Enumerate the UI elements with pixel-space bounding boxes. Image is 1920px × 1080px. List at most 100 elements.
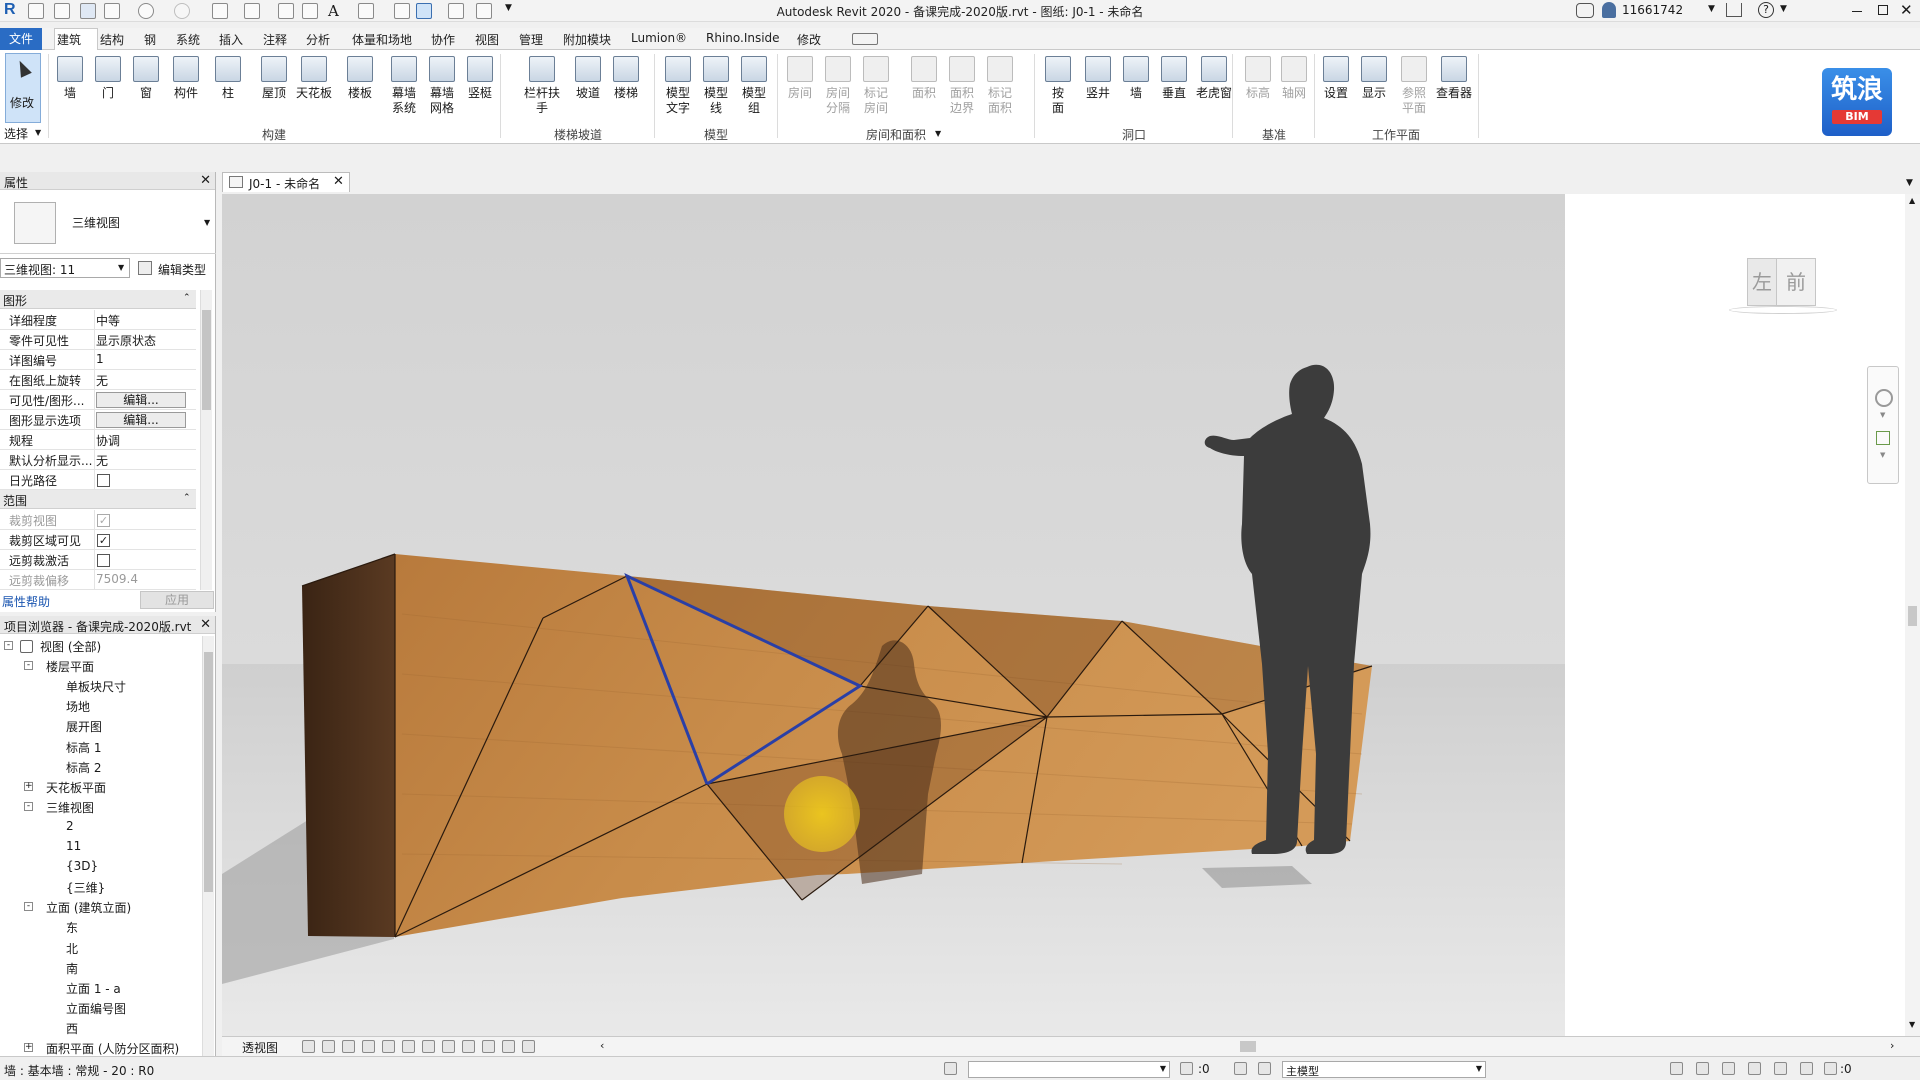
ribbon-button-vertical[interactable]: 垂直 xyxy=(1156,54,1192,134)
type-selector[interactable]: 三维视图 ▼ xyxy=(0,192,216,254)
ribbon-button-model-line[interactable]: 模型 线 xyxy=(698,54,734,134)
highlight-displacement-icon[interactable] xyxy=(502,1040,515,1053)
ribbon-button-tag-area[interactable]: 标记 面积 xyxy=(982,54,1018,134)
tab-manage[interactable]: 管理 xyxy=(519,31,543,48)
tab-file[interactable]: 文件 xyxy=(0,28,42,50)
tab-view[interactable]: 视图 xyxy=(475,31,499,48)
horizontal-scroll-thumb[interactable] xyxy=(1240,1041,1256,1052)
steering-wheel-icon[interactable] xyxy=(1875,389,1893,407)
ribbon-button-level[interactable]: 标高 xyxy=(1240,54,1276,134)
render-icon[interactable] xyxy=(362,1040,375,1053)
ribbon-button-roof[interactable]: 屋顶 xyxy=(256,54,292,134)
tree-node[interactable]: 立面编号图 xyxy=(66,1000,126,1017)
ribbon-button-show[interactable]: 显示 xyxy=(1356,54,1392,134)
property-value[interactable]: 7509.4 xyxy=(96,572,138,586)
ribbon-button-model-group[interactable]: 模型 组 xyxy=(736,54,772,134)
apply-button[interactable]: 应用 xyxy=(140,591,214,609)
tree-node[interactable]: 面积平面 (人防分区面积) xyxy=(46,1040,179,1057)
shadows-icon[interactable] xyxy=(342,1040,355,1053)
tab-modify[interactable]: 修改 xyxy=(797,31,821,48)
scroll-left-icon[interactable]: ‹ xyxy=(600,1039,604,1052)
scroll-thumb[interactable] xyxy=(1908,606,1917,626)
tab-list-dropdown-icon[interactable]: ▼ xyxy=(1906,178,1913,188)
scroll-right-icon[interactable]: › xyxy=(1890,1039,1894,1052)
ribbon-button-room[interactable]: 房间 xyxy=(782,54,818,134)
tab-annotate[interactable]: 注释 xyxy=(263,31,287,48)
tab-collaborate[interactable]: 协作 xyxy=(431,31,455,48)
viewcube-front-face[interactable]: 前 xyxy=(1776,258,1816,306)
collapse-icon[interactable]: ⌃ xyxy=(183,293,191,303)
tree-node[interactable]: {三维} xyxy=(66,879,105,896)
crop-view-icon[interactable] xyxy=(382,1040,395,1053)
edit-button[interactable]: 编辑... xyxy=(96,392,186,408)
property-row[interactable]: 详细程度 中等 xyxy=(0,310,196,330)
tree-node[interactable]: 2 xyxy=(66,819,74,833)
browser-scrollbar[interactable] xyxy=(202,636,214,1056)
tree-node[interactable]: 单板块尺寸 xyxy=(66,678,126,695)
exclude-options-icon[interactable] xyxy=(1258,1062,1271,1075)
property-checkbox[interactable]: ✓ xyxy=(97,534,110,547)
viewcube[interactable]: 左 前 xyxy=(1729,258,1837,316)
properties-scrollbar[interactable] xyxy=(200,290,212,590)
help-icon[interactable]: ? xyxy=(1758,2,1774,18)
ribbon-button-mullion[interactable]: 竖梃 xyxy=(462,54,498,134)
property-row[interactable]: 可见性/图形... 编辑... xyxy=(0,390,196,410)
property-checkbox[interactable] xyxy=(97,554,110,567)
select-pinned-icon[interactable] xyxy=(1722,1062,1735,1075)
ribbon-button-wall[interactable]: 墙 xyxy=(52,54,88,134)
ribbon-button-area-boundary[interactable]: 面积 边界 xyxy=(944,54,980,134)
close-window-icon[interactable]: ✕ xyxy=(1900,1,1913,19)
property-row[interactable]: 详图编号 1 xyxy=(0,350,196,370)
sun-path-checkbox[interactable] xyxy=(97,474,110,487)
view-tab[interactable]: J0-1 - 未命名 ✕ xyxy=(222,172,350,192)
ribbon-button-wall-opening[interactable]: 墙 xyxy=(1118,54,1154,134)
reveal-hidden-icon[interactable] xyxy=(462,1040,475,1053)
close-icon[interactable]: ✕ xyxy=(200,173,211,188)
tree-node[interactable]: 西 xyxy=(66,1020,78,1037)
design-options-icon[interactable] xyxy=(1234,1062,1247,1075)
zoom-region-icon[interactable] xyxy=(1876,431,1890,445)
group-graphics[interactable]: 图形 ⌃ xyxy=(0,290,196,309)
property-row[interactable]: 零件可见性 显示原状态 xyxy=(0,330,196,350)
property-checkbox[interactable]: ✓ xyxy=(97,514,110,527)
select-panel-label[interactable]: 选择 xyxy=(4,125,28,142)
collapse-icon[interactable]: - xyxy=(24,661,33,671)
property-row[interactable]: 裁剪区域可见 ✓ xyxy=(0,530,196,550)
group-extents[interactable]: 范围 ⌃ xyxy=(0,490,196,509)
expand-icon[interactable]: + xyxy=(24,781,33,791)
tree-node[interactable]: 11 xyxy=(66,839,81,853)
scroll-down-icon[interactable]: ▼ xyxy=(1909,1020,1915,1029)
ribbon-button-column[interactable]: 柱 xyxy=(210,54,246,134)
tree-node[interactable]: 立面 1 - a xyxy=(66,980,121,997)
tab-addins[interactable]: 附加模块 xyxy=(563,31,611,48)
collapse-icon[interactable]: - xyxy=(4,641,13,650)
ribbon-button-viewer[interactable]: 查看器 xyxy=(1436,54,1472,134)
tree-node[interactable]: 南 xyxy=(66,960,78,977)
editing-requests-icon[interactable] xyxy=(1180,1062,1193,1075)
tab-analyze[interactable]: 分析 xyxy=(306,31,330,48)
properties-help-link[interactable]: 属性帮助 xyxy=(2,593,50,610)
3d-viewport[interactable] xyxy=(222,194,1565,1036)
tree-node[interactable]: {3D} xyxy=(66,859,98,873)
property-value[interactable]: 中等 xyxy=(96,312,120,329)
ribbon-button-by-face[interactable]: 按 面 xyxy=(1040,54,1076,134)
tab-rhino-inside[interactable]: Rhino.Inside xyxy=(706,31,780,45)
filter-icon[interactable] xyxy=(1824,1062,1837,1075)
design-option-combo[interactable]: 主模型 ▼ xyxy=(1282,1061,1486,1078)
view-mode-label[interactable]: 透视图 xyxy=(242,1039,278,1056)
tab-systems[interactable]: 系统 xyxy=(176,31,200,48)
visual-style-icon[interactable] xyxy=(302,1040,315,1053)
binoculars-icon[interactable] xyxy=(1576,3,1594,18)
ribbon-button-stair[interactable]: 楼梯 xyxy=(608,54,644,134)
zoom-dropdown-icon[interactable]: ▼ xyxy=(1880,451,1885,459)
ribbon-button-floor[interactable]: 楼板 xyxy=(342,54,378,134)
property-value[interactable]: 无 xyxy=(96,452,108,469)
reveal-constraints-icon[interactable] xyxy=(522,1040,535,1053)
collapse-icon[interactable]: - xyxy=(24,902,33,912)
panel-label-room-area[interactable]: 房间和面积 xyxy=(866,126,926,143)
cart-icon[interactable] xyxy=(1726,3,1742,17)
property-row[interactable]: 远剪裁激活 xyxy=(0,550,196,570)
tab-steel[interactable]: 钢 xyxy=(144,31,156,48)
ribbon-button-model-text[interactable]: 模型 文字 xyxy=(660,54,696,134)
ribbon-button-door[interactable]: 门 xyxy=(90,54,126,134)
